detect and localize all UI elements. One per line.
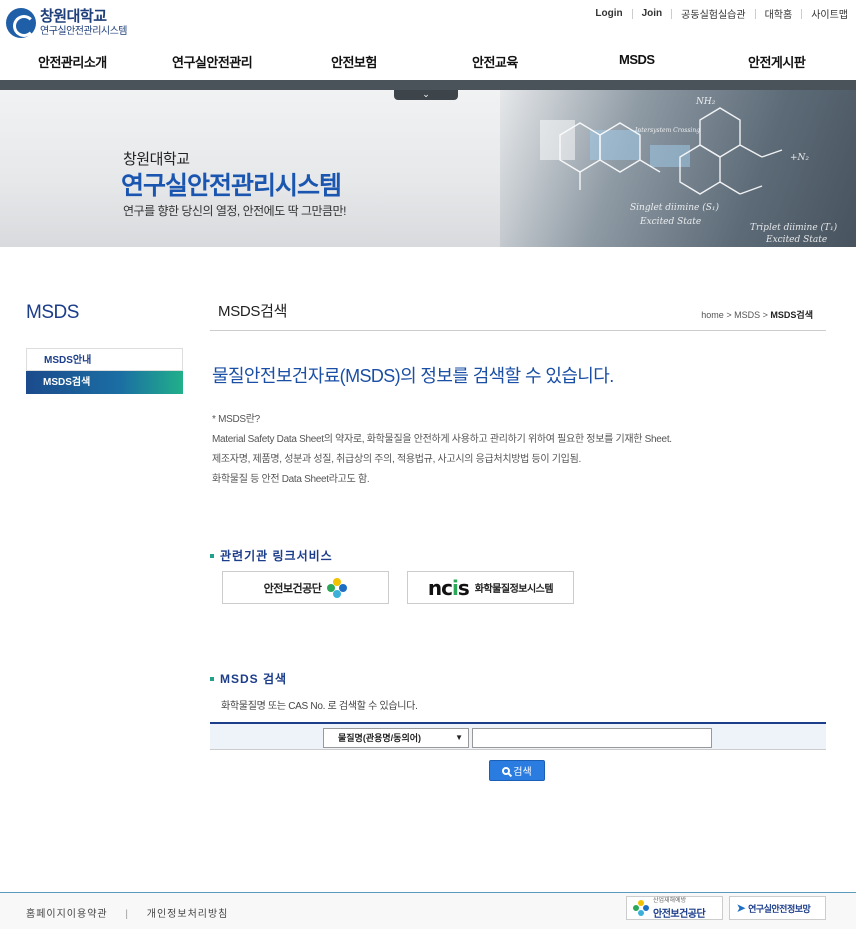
breadcrumb-current: MSDS검색 [770, 310, 813, 320]
kosha-logo-icon [633, 900, 649, 916]
nav-safety-intro[interactable]: 안전관리소개 [38, 52, 107, 71]
breadcrumb: home > MSDS > MSDS검색 [701, 308, 813, 321]
lab-background-image: NH₂ +N₂ Singlet diimine (S₁) Excited Sta… [500, 90, 856, 247]
chevron-down-icon: ⌄ [422, 89, 430, 99]
breadcrumb-separator: > [726, 310, 732, 320]
footer-links: 홈페이지이용약관 | 개인정보처리방침 [26, 905, 228, 920]
logo-sub-text: 연구실안전관리시스템 [40, 25, 128, 37]
link-service-heading: 관련기관 링크서비스 [210, 547, 333, 564]
divider [671, 8, 673, 19]
site-footer: 홈페이지이용약관 | 개인정보처리방침 산업재해예방 안전보건공단 ➤ 연구실안… [0, 893, 856, 929]
svg-text:Excited State: Excited State [639, 217, 701, 227]
lab-safety-logo-icon: ➤ [736, 901, 747, 915]
university-emblem-icon [6, 8, 36, 38]
sidebar-menu: MSDS안내 MSDS검색 [26, 348, 183, 394]
join-link[interactable]: Join [642, 8, 663, 19]
select-value: 물질명(관용명/동의어) [338, 733, 422, 743]
kosha-banner-label: 안전보건공단 [653, 908, 706, 920]
site-header: 창원대학교 연구실안전관리시스템 Login Join 공동실험실습관 대학홈 … [0, 0, 856, 80]
bullet-icon [210, 553, 214, 558]
search-input[interactable] [472, 728, 712, 748]
utility-links: Login Join 공동실험실습관 대학홈 사이트맵 [595, 6, 848, 21]
university-home-link[interactable]: 대학홈 [765, 6, 793, 21]
site-logo[interactable]: 창원대학교 연구실안전관리시스템 [6, 8, 128, 38]
breadcrumb-separator: > [762, 310, 768, 320]
terms-link[interactable]: 홈페이지이용약관 [26, 909, 108, 920]
sidebar-item-msds-info[interactable]: MSDS안내 [26, 348, 183, 371]
msds-search-heading: MSDS 검색 [210, 670, 287, 687]
banner-toggle-tab[interactable]: ⌄ [394, 90, 458, 100]
footer-lab-safety-banner[interactable]: ➤ 연구실안전정보망 [729, 896, 826, 920]
divider [801, 8, 803, 19]
svg-text:Excited State: Excited State [765, 235, 827, 245]
kosha-logo-icon [327, 577, 348, 598]
bullet-icon [210, 676, 214, 681]
link-service-title: 관련기관 링크서비스 [220, 549, 333, 563]
footer-kosha-banner[interactable]: 산업재해예방 안전보건공단 [626, 896, 723, 920]
title-divider [210, 330, 826, 331]
svg-text:Triplet diimine (T₁): Triplet diimine (T₁) [750, 222, 838, 233]
search-type-select[interactable]: 물질명(관용명/동의어) ▼ [323, 728, 469, 748]
nav-insurance[interactable]: 안전보험 [331, 52, 377, 71]
privacy-link[interactable]: 개인정보처리방침 [147, 909, 229, 920]
sidebar-title: MSDS [26, 302, 79, 323]
search-hint: 화학물질명 또는 CAS No. 로 검색할 수 있습니다. [221, 701, 418, 712]
nav-lab-safety[interactable]: 연구실안전관리 [172, 52, 253, 71]
divider [631, 8, 633, 19]
login-link[interactable]: Login [595, 8, 622, 19]
page-title: MSDS검색 [218, 303, 288, 320]
logo-main-text: 창원대학교 [40, 8, 107, 26]
desc-line: Material Safety Data Sheet의 약자로, 화학물질을 안… [212, 434, 672, 445]
svg-text:Singlet diimine (S₁): Singlet diimine (S₁) [630, 202, 719, 213]
svg-text:+N₂: +N₂ [790, 153, 809, 163]
ncis-logo-icon: ncis [427, 575, 470, 600]
search-button[interactable]: 검색 [489, 760, 545, 781]
breadcrumb-home[interactable]: home [701, 310, 724, 320]
nav-education[interactable]: 안전교육 [472, 52, 518, 71]
svg-text:NH₂: NH₂ [695, 97, 716, 107]
lab-safety-banner-label: 연구실안전정보망 [748, 903, 811, 914]
ncis-link-button[interactable]: ncis 화학물질정보시스템 [407, 571, 574, 604]
msds-search-title: MSDS 검색 [220, 672, 288, 686]
molecule-diagram-icon: NH₂ +N₂ Singlet diimine (S₁) Excited Sta… [559, 97, 838, 245]
ncis-label: 화학물질정보시스템 [474, 584, 554, 595]
search-icon [502, 766, 511, 775]
lab-center-link[interactable]: 공동실험실습관 [681, 6, 745, 21]
kosha-label: 안전보건공단 [263, 582, 322, 595]
desc-line: 제조자명, 제품명, 성분과 성질, 취급상의 주의, 적용법규, 사고시의 응… [212, 454, 581, 465]
divider [754, 8, 756, 19]
search-bar: 물질명(관용명/동의어) ▼ [210, 722, 826, 750]
search-button-label: 검색 [513, 767, 532, 778]
desc-line: * MSDS란? [212, 414, 260, 425]
kosha-link-button[interactable]: 안전보건공단 [222, 571, 389, 604]
banner-slogan: 연구를 향한 당신의 열정, 안전에도 딱 그만큼만! [123, 204, 346, 218]
divider: | [125, 909, 129, 920]
msds-description: * MSDS란? Material Safety Data Sheet의 약자로… [212, 410, 672, 490]
lead-text: 물질안전보건자료(MSDS)의 정보를 검색할 수 있습니다. [212, 366, 614, 386]
desc-line: 화학물질 등 안전 Data Sheet라고도 함. [212, 474, 370, 485]
nav-board[interactable]: 안전게시판 [748, 52, 806, 71]
breadcrumb-msds[interactable]: MSDS [734, 310, 760, 320]
nav-msds[interactable]: MSDS [619, 52, 655, 67]
dropdown-arrow-icon: ▼ [455, 733, 463, 742]
banner-title: 연구실안전관리시스템 [121, 172, 342, 200]
kosha-banner-tagline: 산업재해예방 [653, 897, 687, 904]
sidebar-item-msds-search[interactable]: MSDS검색 [26, 371, 183, 394]
hero-banner: ⌄ NH₂ +N₂ Singlet diimine (S₁) Excited S… [0, 80, 856, 247]
sitemap-link[interactable]: 사이트맵 [811, 6, 848, 21]
svg-text:Intersystem Crossing: Intersystem Crossing [634, 127, 700, 134]
